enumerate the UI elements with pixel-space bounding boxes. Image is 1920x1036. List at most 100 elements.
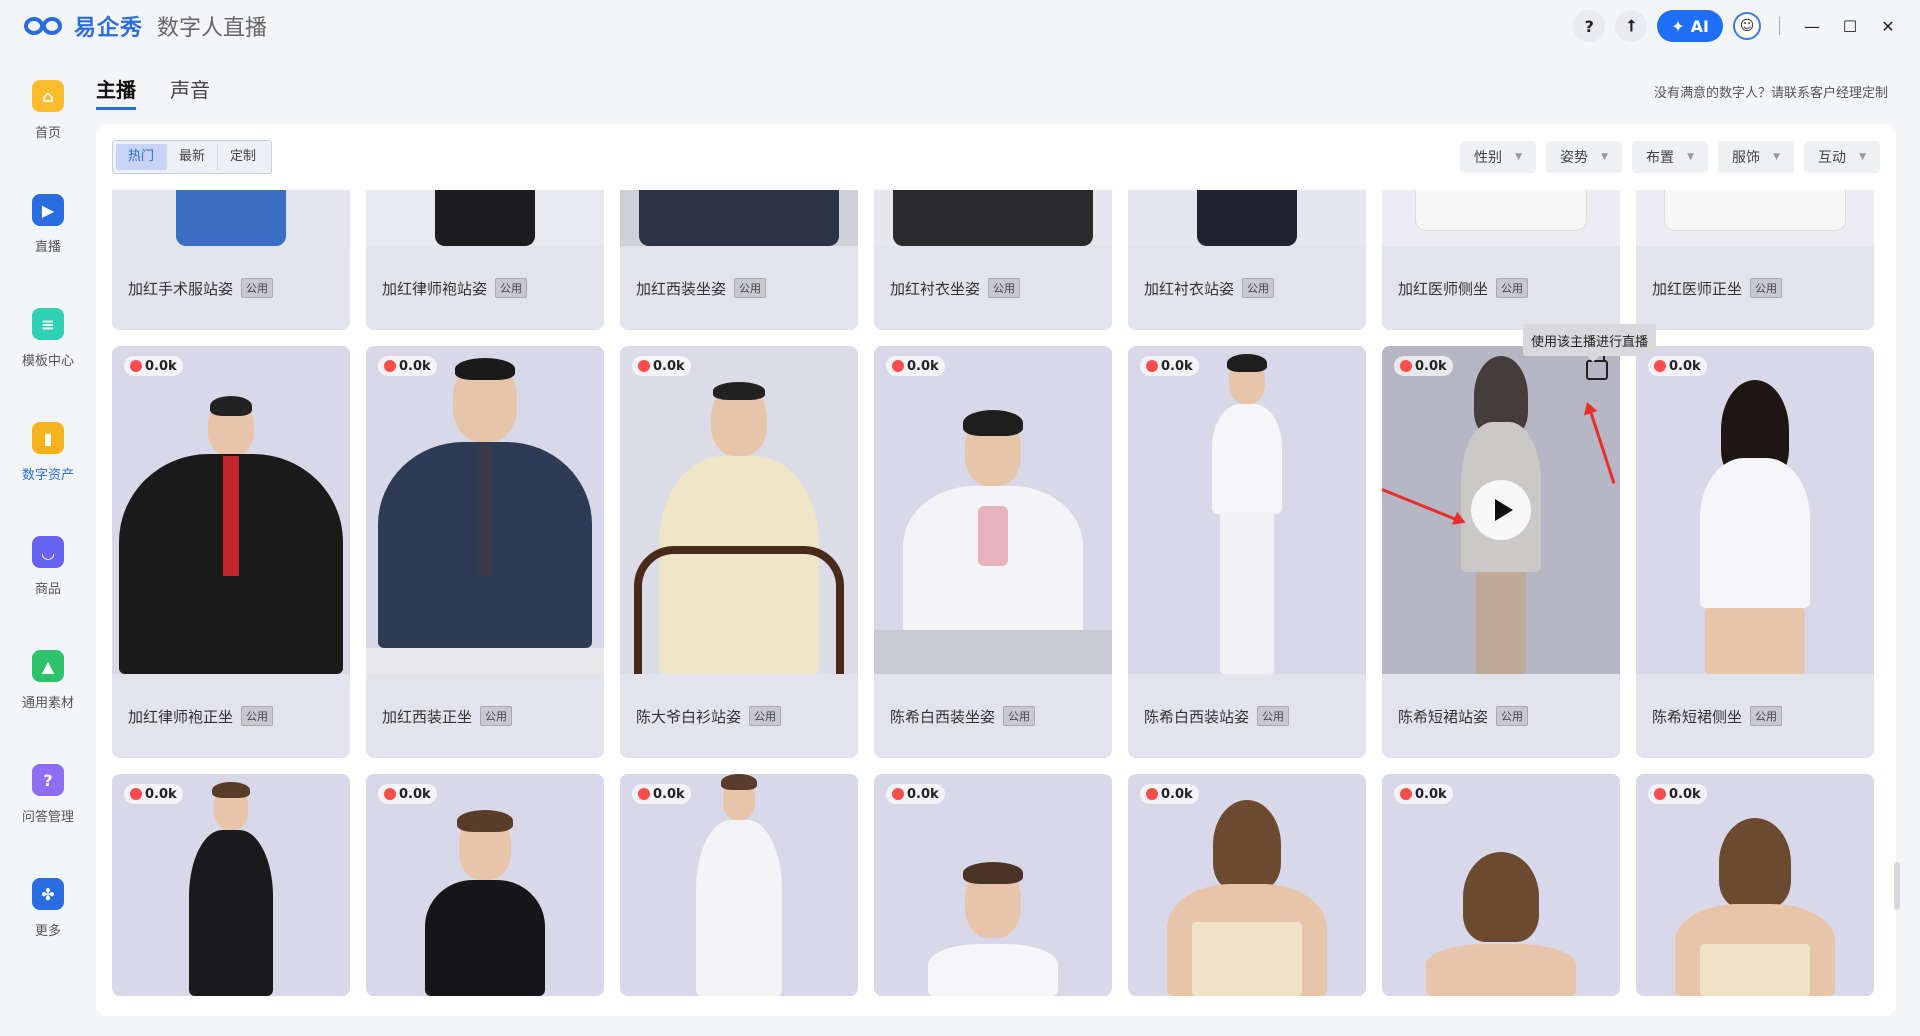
- anchor-name: 加红律师袍站姿: [382, 279, 488, 298]
- ai-button[interactable]: ✦ AI: [1657, 10, 1723, 42]
- popularity-count: 0.0k: [1669, 358, 1701, 374]
- fire-icon: [638, 788, 650, 800]
- popularity-badge: 0.0k: [1394, 356, 1453, 376]
- anchor-card[interactable]: 0.0k 加红律师袍正坐 公用: [112, 346, 350, 758]
- public-tag: 公用: [1496, 278, 1529, 298]
- anchor-card[interactable]: 0.0k: [874, 774, 1112, 996]
- anchor-card[interactable]: 0.0k 陈大爷白衫站姿 公用: [620, 346, 858, 758]
- sidebar-item-live[interactable]: ▶ 直播: [0, 194, 96, 284]
- anchor-card[interactable]: 加红医师侧坐 公用: [1382, 190, 1620, 330]
- anchor-name: 陈希短裙站姿: [1398, 707, 1489, 726]
- assets-icon: ▮: [32, 422, 64, 454]
- template-icon: ≡: [32, 308, 64, 340]
- anchor-thumbnail: [1128, 346, 1366, 674]
- pose-dropdown[interactable]: 姿势 ▼: [1546, 141, 1622, 173]
- setting-dropdown[interactable]: 布置 ▼: [1632, 141, 1708, 173]
- dropdown-label: 服饰: [1732, 150, 1760, 166]
- sidebar-item-home[interactable]: ⌂ 首页: [0, 80, 96, 170]
- outfit-dropdown[interactable]: 服饰 ▼: [1718, 141, 1794, 173]
- card-footer: 加红衬衣站姿 公用: [1128, 246, 1366, 330]
- anchor-card[interactable]: 加红西装坐姿 公用: [620, 190, 858, 330]
- anchor-thumbnail: [1382, 190, 1620, 246]
- sidebar-item-templates[interactable]: ≡ 模板中心: [0, 308, 96, 398]
- tab-voice[interactable]: 声音: [170, 74, 210, 110]
- popularity-count: 0.0k: [1415, 786, 1447, 802]
- anchor-thumbnail: [1128, 190, 1366, 246]
- sort-custom[interactable]: 定制: [218, 144, 268, 170]
- sidebar-item-label: 直播: [34, 240, 61, 255]
- anchor-card[interactable]: 加红律师袍站姿 公用: [366, 190, 604, 330]
- anchor-card[interactable]: 0.0k: [620, 774, 858, 996]
- interaction-dropdown[interactable]: 互动 ▼: [1804, 141, 1880, 173]
- anchor-name: 加红西装正坐: [382, 707, 473, 726]
- anchor-name: 加红西装坐姿: [636, 279, 727, 298]
- sort-hot[interactable]: 热门: [116, 144, 168, 170]
- question-icon: ?: [32, 764, 64, 796]
- image-icon: ▲: [32, 650, 64, 682]
- chevron-down-icon: ▼: [1601, 152, 1608, 162]
- sidebar-item-label: 问答管理: [21, 810, 74, 825]
- fire-icon: [384, 788, 396, 800]
- dropdown-label: 布置: [1646, 150, 1674, 166]
- sidebar-item-label: 首页: [34, 126, 61, 141]
- anchor-card[interactable]: 加红医师正坐 公用: [1636, 190, 1874, 330]
- custom-request-link[interactable]: 没有满意的数字人？请联系客户经理定制: [1654, 82, 1888, 101]
- dropdown-label: 互动: [1818, 150, 1846, 166]
- close-button[interactable]: ✕: [1874, 12, 1902, 40]
- go-live-icon[interactable]: [1586, 360, 1608, 380]
- fire-icon: [638, 360, 650, 372]
- filter-dropdowns: 性别 ▼ 姿势 ▼ 布置 ▼ 服饰 ▼ 互动 ▼: [1460, 141, 1880, 173]
- maximize-button[interactable]: ☐: [1836, 12, 1864, 40]
- user-avatar[interactable]: ☺: [1733, 12, 1761, 40]
- fire-icon: [1654, 788, 1666, 800]
- fire-icon: [892, 360, 904, 372]
- anchor-card[interactable]: 0.0k 陈希白西装坐姿 公用: [874, 346, 1112, 758]
- anchor-card[interactable]: 0.0k: [1382, 774, 1620, 996]
- anchor-card[interactable]: 加红衬衣站姿 公用: [1128, 190, 1366, 330]
- card-footer: 加红西装坐姿 公用: [620, 246, 858, 330]
- popularity-count: 0.0k: [1415, 358, 1447, 374]
- anchor-card[interactable]: 0.0k: [112, 774, 350, 996]
- sidebar-item-more[interactable]: ✤ 更多: [0, 878, 96, 968]
- popularity-count: 0.0k: [907, 786, 939, 802]
- video-icon: ▶: [32, 194, 64, 226]
- anchor-card[interactable]: 0.0k: [366, 774, 604, 996]
- dropdown-label: 姿势: [1560, 150, 1588, 166]
- anchor-card[interactable]: 0.0k 陈希白西装站姿 公用: [1128, 346, 1366, 758]
- card-footer: 陈大爷白衫站姿 公用: [620, 674, 858, 758]
- anchor-card[interactable]: 0.0k 加红西装正坐 公用: [366, 346, 604, 758]
- popularity-count: 0.0k: [145, 786, 177, 802]
- home-icon: ⌂: [32, 80, 64, 112]
- sidebar-item-digital-assets[interactable]: ▮ 数字资产: [0, 422, 96, 512]
- public-tag: 公用: [1496, 706, 1529, 726]
- sidebar: ⌂ 首页 ▶ 直播 ≡ 模板中心 ▮ 数字资产 ◡ 商品 ▲ 通用素材 ? 问答…: [0, 60, 96, 1036]
- popularity-badge: 0.0k: [1140, 356, 1199, 376]
- tab-anchor[interactable]: 主播: [96, 74, 136, 110]
- anchor-card[interactable]: 0.0k: [1128, 774, 1366, 996]
- anchor-card[interactable]: 加红手术服站姿 公用: [112, 190, 350, 330]
- anchor-card[interactable]: 0.0k 陈希短裙侧坐 公用: [1636, 346, 1874, 758]
- card-footer: 加红西装正坐 公用: [366, 674, 604, 758]
- sidebar-item-materials[interactable]: ▲ 通用素材: [0, 650, 96, 740]
- fire-icon: [130, 788, 142, 800]
- sort-latest[interactable]: 最新: [167, 144, 219, 170]
- fire-icon: [1146, 788, 1158, 800]
- more-icon: ✤: [32, 878, 64, 910]
- play-preview-button[interactable]: [1471, 480, 1531, 540]
- card-footer: 加红律师袍站姿 公用: [366, 246, 604, 330]
- fire-icon: [1400, 788, 1412, 800]
- sidebar-item-products[interactable]: ◡ 商品: [0, 536, 96, 626]
- upload-button[interactable]: ⭡: [1615, 10, 1648, 42]
- help-button[interactable]: ?: [1573, 10, 1606, 42]
- anchor-name: 加红衬衣坐姿: [890, 279, 981, 298]
- popularity-badge: 0.0k: [124, 784, 183, 804]
- anchor-card[interactable]: 加红衬衣坐姿 公用: [874, 190, 1112, 330]
- public-tag: 公用: [1750, 706, 1783, 726]
- dropdown-label: 性别: [1474, 150, 1502, 166]
- minimize-button[interactable]: —: [1798, 12, 1826, 40]
- anchor-card[interactable]: 0.0k: [1636, 774, 1874, 996]
- sidebar-item-qa[interactable]: ? 问答管理: [0, 764, 96, 854]
- scrollbar-thumb[interactable]: [1894, 862, 1900, 910]
- ai-button-label: AI: [1690, 16, 1709, 36]
- gender-dropdown[interactable]: 性别 ▼: [1460, 141, 1536, 173]
